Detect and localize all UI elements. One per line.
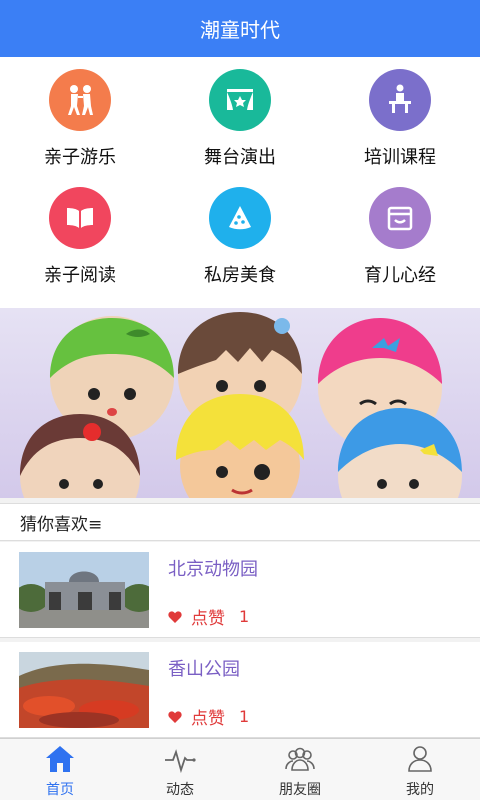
category-grid: 亲子游乐 舞台演出 培训课程 亲子阅读 私房美食 育儿心经: [0, 57, 480, 308]
stage-icon: [209, 69, 271, 131]
like-label: 点赞: [191, 709, 225, 729]
item-title[interactable]: 香山公园: [168, 655, 240, 681]
like-count: 1: [239, 607, 250, 626]
heart-icon: [168, 710, 182, 723]
tab-label: 首页: [46, 782, 74, 798]
pizza-icon: [209, 187, 271, 249]
category-label: 私房美食: [204, 265, 276, 286]
heart-icon: [168, 610, 182, 623]
tab-label: 动态: [166, 782, 194, 798]
bottom-tab-bar: 首页 动态 朋友圈 我的: [0, 738, 480, 800]
like-button[interactable]: 点赞 1: [168, 704, 249, 729]
family-icon: [49, 69, 111, 131]
fragrant-hills-thumbnail: [19, 652, 149, 728]
category-reading[interactable]: 亲子阅读: [0, 175, 160, 293]
item-title[interactable]: 北京动物园: [168, 555, 258, 581]
tab-activity[interactable]: 动态: [120, 739, 240, 800]
banner-image[interactable]: [0, 308, 480, 498]
category-label: 舞台演出: [204, 147, 276, 168]
category-training[interactable]: 培训课程: [320, 57, 480, 175]
pulse-icon: [165, 749, 196, 774]
tab-friends[interactable]: 朋友圈: [240, 739, 360, 800]
like-count: 1: [239, 707, 250, 726]
tab-label: 朋友圈: [279, 782, 321, 798]
category-label: 亲子阅读: [44, 265, 116, 286]
tab-mine[interactable]: 我的: [360, 739, 480, 800]
category-label: 育儿心经: [364, 265, 436, 286]
book-icon: [49, 187, 111, 249]
tab-label: 我的: [406, 782, 434, 798]
app-header: 潮童时代: [0, 0, 480, 57]
home-icon: [46, 746, 74, 772]
tab-home[interactable]: 首页: [0, 739, 120, 800]
user-icon: [408, 746, 432, 772]
page-title: 潮童时代: [200, 18, 280, 42]
category-stage-show[interactable]: 舞台演出: [160, 57, 320, 175]
teacher-icon: [369, 69, 431, 131]
friends-icon: [285, 747, 315, 771]
section-title: 猜你喜欢≡: [20, 514, 103, 535]
recommend-section-header: 猜你喜欢≡: [0, 503, 480, 541]
box-icon: [369, 187, 431, 249]
category-label: 亲子游乐: [44, 147, 116, 168]
list-item[interactable]: 香山公园 点赞 1: [0, 642, 480, 738]
category-food[interactable]: 私房美食: [160, 175, 320, 293]
category-parenting[interactable]: 育儿心经: [320, 175, 480, 293]
like-button[interactable]: 点赞 1: [168, 604, 249, 629]
list-item[interactable]: 北京动物园 点赞 1: [0, 542, 480, 638]
clay-dolls-image: [20, 312, 462, 498]
zoo-thumbnail: [19, 552, 149, 628]
like-label: 点赞: [191, 609, 225, 629]
category-label: 培训课程: [364, 147, 436, 168]
category-family-fun[interactable]: 亲子游乐: [0, 57, 160, 175]
